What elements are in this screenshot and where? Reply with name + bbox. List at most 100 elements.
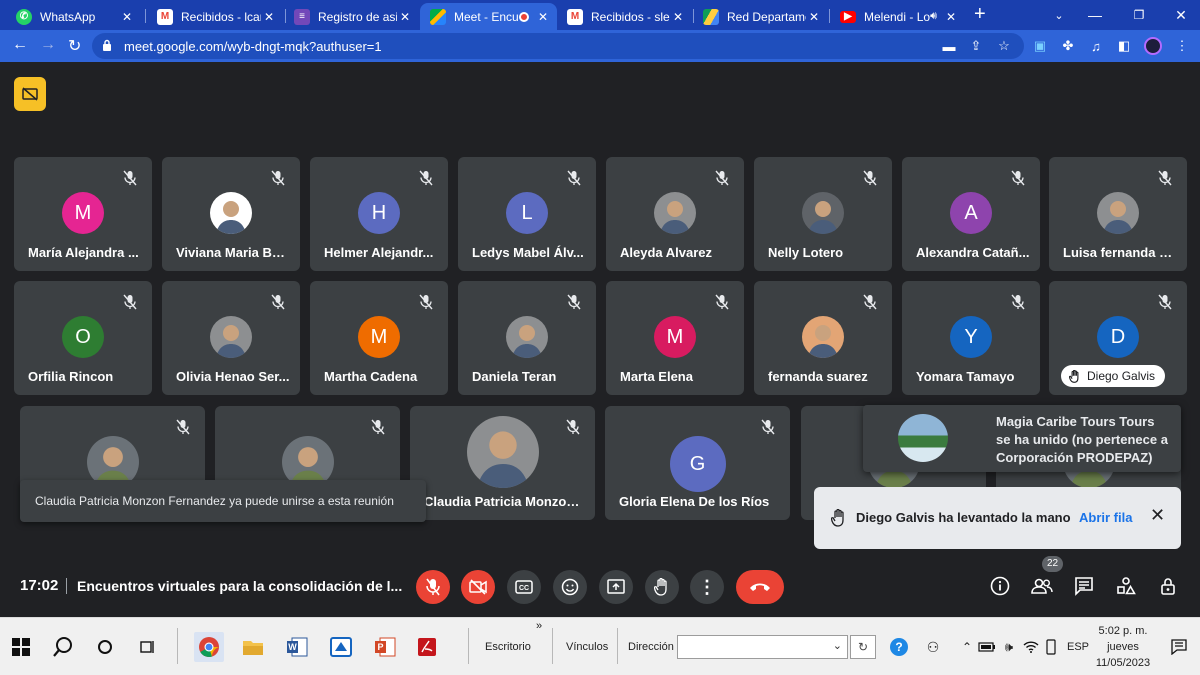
powerpoint-icon[interactable]: P: [370, 632, 400, 662]
go-button[interactable]: ↻: [850, 635, 876, 659]
dismiss-notice-icon[interactable]: ✕: [1150, 505, 1165, 526]
clock-date: 11/05/2023: [1095, 657, 1151, 669]
mic-toggle-button[interactable]: [416, 570, 450, 604]
url-text: meet.google.com/wyb-dngt-mqk?authuser=1: [124, 38, 382, 54]
keyboard-icon[interactable]: [1036, 632, 1066, 662]
participant-tile[interactable]: A Alexandra Catañ...: [902, 157, 1040, 271]
muted-mic-icon: [566, 294, 582, 310]
gmail-icon: M: [157, 8, 173, 25]
chat-icon[interactable]: [1072, 574, 1096, 598]
participant-tile[interactable]: Olivia Henao Ser...: [162, 281, 300, 395]
browser-tab-strip: ✆ WhatsApp ✕ M Recibidos - lcarm ✕ ≡ Reg…: [0, 0, 1200, 30]
close-icon[interactable]: ✕: [670, 10, 686, 24]
hang-up-icon: [750, 583, 770, 591]
sticky-app-icon[interactable]: [326, 632, 356, 662]
tab-forms[interactable]: ≡ Registro de asiste ✕: [284, 3, 419, 30]
host-controls-icon[interactable]: [1156, 574, 1180, 598]
close-icon[interactable]: ✕: [397, 10, 413, 24]
cortana-icon[interactable]: [90, 632, 120, 662]
restore-icon[interactable]: ❐: [1116, 0, 1162, 30]
chevron-down-icon[interactable]: ⌄: [833, 639, 842, 652]
people-button[interactable]: [1030, 574, 1054, 598]
reload-icon[interactable]: ↻: [68, 36, 81, 56]
windows-start-icon[interactable]: [6, 632, 36, 662]
close-icon[interactable]: ✕: [806, 10, 822, 24]
help-icon[interactable]: ?: [884, 632, 914, 662]
forward-icon[interactable]: →: [40, 36, 56, 54]
window-close-icon[interactable]: ✕: [1158, 0, 1200, 30]
present-button[interactable]: [599, 570, 633, 604]
activities-icon[interactable]: [1114, 574, 1138, 598]
more-options-button[interactable]: ⋮: [690, 570, 724, 604]
tab-gmail[interactable]: M Recibidos - lcarm ✕: [147, 3, 283, 30]
bookmark-star-icon[interactable]: ☆: [996, 38, 1012, 54]
emoji-icon: [561, 578, 579, 596]
participant-tile[interactable]: Claudia Patricia Monzon ...: [410, 406, 595, 520]
screenshot-extension-icon[interactable]: ▣: [1032, 38, 1048, 54]
tab-whatsapp[interactable]: ✆ WhatsApp ✕: [6, 3, 141, 30]
address-bar[interactable]: meet.google.com/wyb-dngt-mqk?authuser=1: [92, 33, 1024, 59]
participant-tile[interactable]: Viviana Maria Bej...: [162, 157, 300, 271]
camera-icon[interactable]: ▬: [941, 38, 957, 54]
raise-hand-button[interactable]: [645, 570, 679, 604]
people-icon: [1031, 578, 1053, 594]
participant-tile[interactable]: fernanda suarez: [754, 281, 892, 395]
participant-avatar: [506, 316, 548, 358]
open-queue-link[interactable]: Abrir fila: [1079, 510, 1132, 525]
search-icon[interactable]: [48, 632, 78, 662]
captions-off-icon[interactable]: [14, 77, 46, 111]
file-explorer-icon[interactable]: [238, 632, 268, 662]
vinculos-toolbar[interactable]: Vínculos: [566, 641, 608, 653]
word-icon[interactable]: W: [282, 632, 312, 662]
meeting-details-icon[interactable]: [988, 574, 1012, 598]
extensions-icon[interactable]: ✤: [1060, 38, 1076, 54]
muted-mic-icon: [862, 294, 878, 310]
participant-tile[interactable]: L Ledys Mabel Álv...: [458, 157, 596, 271]
participant-tile[interactable]: Aleyda Alvarez: [606, 157, 744, 271]
back-icon[interactable]: ←: [12, 36, 28, 54]
participant-tile[interactable]: O Orfilia Rincon: [14, 281, 152, 395]
people-tray-icon[interactable]: ⚇: [918, 632, 948, 662]
close-icon[interactable]: ✕: [261, 10, 277, 24]
participant-tile[interactable]: M Martha Cadena: [310, 281, 448, 395]
participant-name: Claudia Patricia Monzon ...: [424, 494, 585, 509]
chrome-icon[interactable]: [194, 632, 224, 662]
participant-tile[interactable]: H Helmer Alejandr...: [310, 157, 448, 271]
camera-toggle-button[interactable]: [461, 570, 495, 604]
language-indicator[interactable]: ESP: [1067, 641, 1089, 653]
participant-name: María Alejandra ...: [28, 245, 139, 260]
minimize-icon[interactable]: —: [1072, 0, 1118, 30]
toolbar-chevron[interactable]: »: [536, 620, 542, 632]
notifications-icon[interactable]: [1164, 632, 1194, 662]
profile-avatar[interactable]: [1144, 37, 1162, 55]
tab-meet[interactable]: Meet - Encue ✕: [420, 3, 557, 30]
muted-mic-icon: [760, 419, 776, 435]
participant-tile[interactable]: G Gloria Elena De los Ríos: [605, 406, 790, 520]
acrobat-icon[interactable]: [412, 632, 442, 662]
participant-tile[interactable]: M María Alejandra ...: [14, 157, 152, 271]
close-icon[interactable]: ✕: [535, 10, 551, 24]
captions-button[interactable]: CC: [507, 570, 541, 604]
participant-tile[interactable]: Y Yomara Tamayo: [902, 281, 1040, 395]
reactions-button[interactable]: [553, 570, 587, 604]
new-tab-button[interactable]: +: [974, 3, 986, 26]
participant-tile[interactable]: M Marta Elena: [606, 281, 744, 395]
task-view-icon[interactable]: [132, 632, 162, 662]
side-panel-icon[interactable]: ◧: [1116, 38, 1132, 54]
participant-tile[interactable]: Daniela Teran: [458, 281, 596, 395]
participant-tile[interactable]: D Diego Galvis: [1049, 281, 1187, 395]
participant-tile[interactable]: Nelly Lotero: [754, 157, 892, 271]
leave-call-button[interactable]: [736, 570, 784, 604]
menu-icon[interactable]: ⋮: [1174, 38, 1190, 54]
close-icon[interactable]: ✕: [119, 10, 135, 24]
escritorio-toolbar[interactable]: Escritorio: [485, 641, 531, 653]
media-queue-icon[interactable]: ♫: [1088, 38, 1104, 54]
tab-youtube[interactable]: ▶ Melendi - Lo 🔊︎ ✕: [830, 3, 965, 30]
taskbar-clock[interactable]: 5:02 p. m. jueves 11/05/2023: [1092, 623, 1154, 671]
participant-tile[interactable]: Luisa fernanda G...: [1049, 157, 1187, 271]
close-icon[interactable]: ✕: [943, 10, 959, 24]
address-input[interactable]: ⌄: [677, 635, 848, 659]
share-icon[interactable]: ⇪: [968, 38, 984, 54]
tab-gmail-2[interactable]: M Recibidos - sleidy ✕: [557, 3, 692, 30]
tab-drive[interactable]: Red Departament ✕: [693, 3, 828, 30]
